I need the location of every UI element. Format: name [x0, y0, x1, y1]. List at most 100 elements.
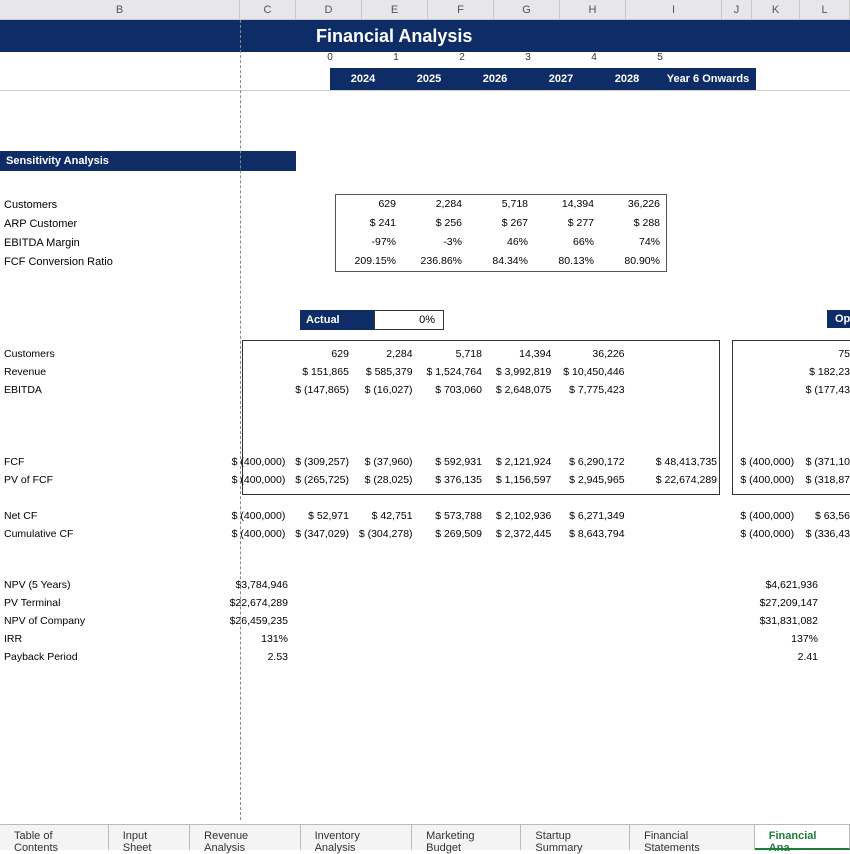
col-header-C[interactable]: C	[240, 0, 296, 19]
data-cell[interactable]	[349, 435, 413, 453]
sens-cell[interactable]: 46%	[468, 233, 534, 252]
sens-cell[interactable]: 80.90%	[600, 252, 666, 271]
sens-cell[interactable]: -97%	[336, 233, 402, 252]
data-cell[interactable]: 5,718	[413, 345, 482, 363]
sheet-tab[interactable]: Inventory Analysis	[301, 825, 413, 850]
data-cell[interactable]: $ 63,56	[794, 507, 850, 525]
actual-value[interactable]: 0%	[374, 310, 444, 330]
sens-cell[interactable]: 209.15%	[336, 252, 402, 271]
sens-cell[interactable]: 5,718	[468, 195, 534, 214]
sheet-tab[interactable]: Revenue Analysis	[190, 825, 300, 850]
data-cell[interactable]	[625, 435, 718, 453]
data-cell[interactable]: $ 1,156,597	[482, 471, 551, 489]
data-cell[interactable]: $ (265,725)	[285, 471, 349, 489]
sheet-tab[interactable]: Marketing Budget	[412, 825, 521, 850]
data-cell[interactable]	[625, 345, 718, 363]
summary-value-opt[interactable]: $4,621,936	[748, 576, 818, 594]
data-cell[interactable]: $ 22,674,289	[625, 471, 718, 489]
sens-cell[interactable]: 36,226	[600, 195, 666, 214]
data-cell[interactable]: $ (400,000)	[729, 525, 795, 543]
data-cell[interactable]	[285, 399, 349, 417]
sens-cell[interactable]: -3%	[402, 233, 468, 252]
data-cell[interactable]	[625, 363, 718, 381]
data-cell[interactable]	[482, 489, 551, 507]
data-cell[interactable]	[413, 417, 482, 435]
data-cell[interactable]	[729, 435, 795, 453]
data-cell[interactable]: $ 3,992,819	[482, 363, 551, 381]
data-cell[interactable]	[625, 399, 718, 417]
data-cell[interactable]	[625, 417, 718, 435]
data-cell[interactable]: $ 182,23	[794, 363, 850, 381]
col-header-F[interactable]: F	[428, 0, 494, 19]
data-cell[interactable]: $ (37,960)	[349, 453, 413, 471]
sheet-tab[interactable]: Financial Statements	[630, 825, 755, 850]
sens-cell[interactable]: $ 256	[402, 214, 468, 233]
data-cell[interactable]	[794, 399, 850, 417]
col-header-J[interactable]: J	[722, 0, 752, 19]
data-cell[interactable]: $ (400,000)	[729, 471, 795, 489]
data-cell[interactable]: $ 151,865	[285, 363, 349, 381]
sens-cell[interactable]: $ 267	[468, 214, 534, 233]
data-cell[interactable]: $ 2,121,924	[482, 453, 551, 471]
data-cell[interactable]	[551, 417, 624, 435]
data-cell[interactable]: $ (318,87	[794, 471, 850, 489]
data-cell[interactable]: $ (371,10	[794, 453, 850, 471]
sens-cell[interactable]: 84.34%	[468, 252, 534, 271]
data-cell[interactable]: $ (304,278)	[349, 525, 413, 543]
data-cell[interactable]	[285, 435, 349, 453]
data-cell[interactable]	[482, 399, 551, 417]
data-cell[interactable]: $ 48,413,735	[625, 453, 718, 471]
col-header-G[interactable]: G	[494, 0, 560, 19]
col-header-K[interactable]: K	[752, 0, 800, 19]
sens-cell[interactable]: 2,284	[402, 195, 468, 214]
sens-cell[interactable]: 14,394	[534, 195, 600, 214]
summary-value-opt[interactable]: 137%	[748, 630, 818, 648]
data-cell[interactable]	[794, 489, 850, 507]
data-cell[interactable]: $ 6,290,172	[551, 453, 624, 471]
col-header-E[interactable]: E	[362, 0, 428, 19]
summary-value[interactable]: 2.53	[194, 648, 294, 666]
col-header-I[interactable]: I	[626, 0, 722, 19]
sheet-tab[interactable]: Financial Ana	[755, 825, 850, 850]
data-cell[interactable]	[285, 417, 349, 435]
sheet-tab[interactable]: Startup Summary	[521, 825, 630, 850]
data-cell[interactable]	[794, 417, 850, 435]
data-cell[interactable]	[729, 417, 795, 435]
data-cell[interactable]: $ 585,379	[349, 363, 413, 381]
data-cell[interactable]	[625, 507, 718, 525]
data-cell[interactable]: $ 7,775,423	[551, 381, 624, 399]
sens-cell[interactable]: $ 241	[336, 214, 402, 233]
data-cell[interactable]: $ 573,788	[413, 507, 482, 525]
sheet-tab[interactable]: Input Sheet	[109, 825, 190, 850]
data-cell[interactable]: $ 2,372,445	[482, 525, 551, 543]
sens-cell[interactable]: 629	[336, 195, 402, 214]
data-cell[interactable]: 2,284	[349, 345, 413, 363]
data-cell[interactable]	[625, 525, 718, 543]
summary-value[interactable]: $26,459,235	[194, 612, 294, 630]
summary-value-opt[interactable]: 2.41	[748, 648, 818, 666]
summary-value-opt[interactable]: $27,209,147	[748, 594, 818, 612]
data-cell[interactable]	[349, 417, 413, 435]
data-cell[interactable]: 629	[285, 345, 349, 363]
sens-cell[interactable]: 236.86%	[402, 252, 468, 271]
data-cell[interactable]: $ 269,509	[413, 525, 482, 543]
data-cell[interactable]	[729, 399, 795, 417]
col-header-B[interactable]: B	[0, 0, 240, 19]
summary-value[interactable]: 131%	[194, 630, 294, 648]
sens-cell[interactable]: $ 288	[600, 214, 666, 233]
data-cell[interactable]: $ 6,271,349	[551, 507, 624, 525]
data-cell[interactable]	[482, 435, 551, 453]
data-cell[interactable]: $ (147,865)	[285, 381, 349, 399]
data-cell[interactable]	[551, 399, 624, 417]
summary-value-opt[interactable]: $31,831,082	[748, 612, 818, 630]
data-cell[interactable]	[349, 489, 413, 507]
data-cell[interactable]	[729, 345, 795, 363]
data-cell[interactable]: $ 376,135	[413, 471, 482, 489]
data-cell[interactable]: $ 592,931	[413, 453, 482, 471]
col-header-H[interactable]: H	[560, 0, 626, 19]
data-cell[interactable]	[729, 489, 795, 507]
data-cell[interactable]: $ (336,43	[794, 525, 850, 543]
data-cell[interactable]: $ 52,971	[285, 507, 349, 525]
col-header-L[interactable]: L	[800, 0, 850, 19]
data-cell[interactable]	[285, 489, 349, 507]
